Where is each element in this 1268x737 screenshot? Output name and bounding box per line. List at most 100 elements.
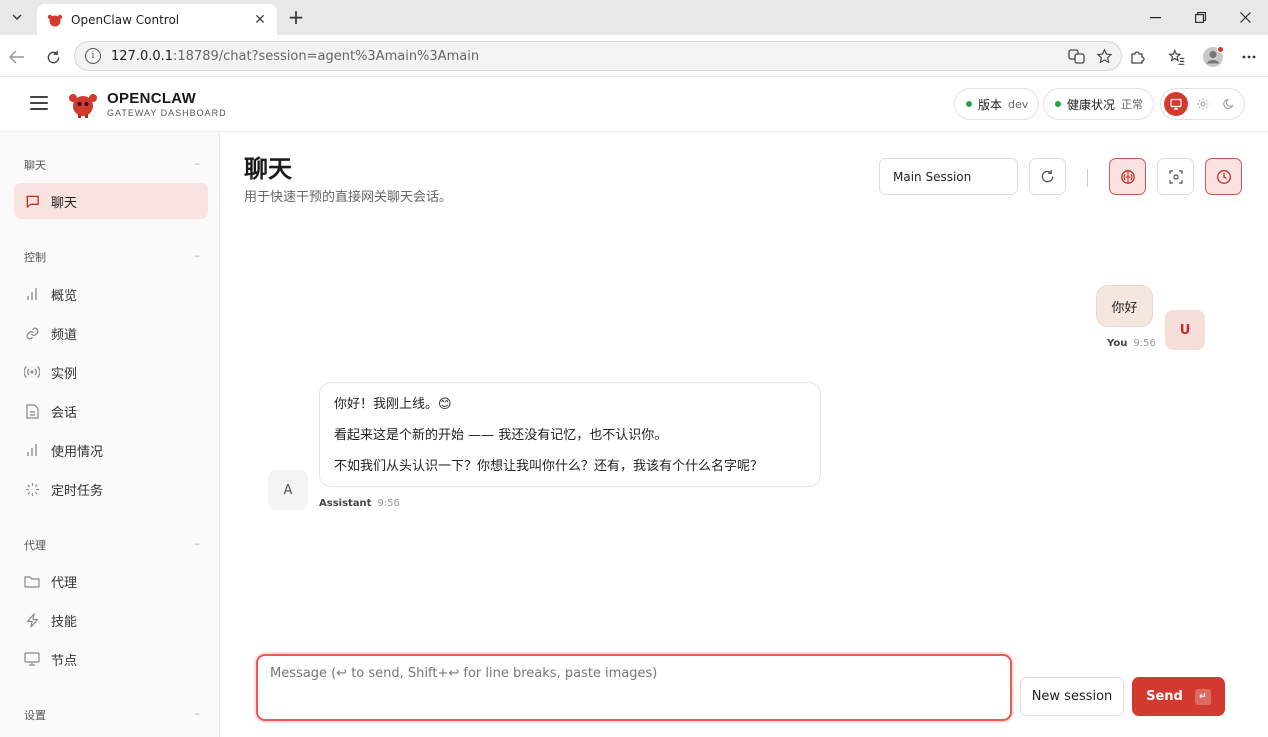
sidebar-section-agents[interactable]: 代理 – [24,537,200,553]
history-button[interactable] [1205,158,1242,195]
sidebar-item-usage[interactable]: 使用情况 [14,432,208,468]
bar-chart-icon [24,286,40,302]
theme-system-button[interactable] [1164,92,1188,116]
favorites-button[interactable] [1164,44,1190,70]
collapse-icon[interactable]: – [195,249,201,262]
collapse-icon[interactable]: – [195,707,201,720]
sidebar-item-nodes[interactable]: 节点 [14,641,208,677]
status-dot [1055,101,1061,107]
sidebar-section-chat[interactable]: 聊天 – [24,157,200,173]
sidebar-item-overview[interactable]: 概览 [14,276,208,312]
arrow-left-icon [9,50,24,64]
tab-list-button[interactable] [5,6,29,28]
minimize-button[interactable] [1133,0,1178,35]
back-button[interactable] [4,44,30,70]
browser-menu-button[interactable] [1236,44,1262,70]
section-title: 聊天 [24,159,46,172]
openclaw-logo-icon [69,94,97,118]
brand-subtitle: GATEWAY DASHBOARD [107,108,227,118]
section-title: 设置 [24,709,46,722]
favorite-star-icon[interactable] [1093,45,1115,67]
brand: OPENCLAW GATEWAY DASHBOARD [107,90,227,119]
message-composer [256,654,1012,721]
theme-dark-button[interactable] [1217,92,1241,116]
sidebar-item-instances[interactable]: 实例 [14,354,208,390]
sun-icon [1197,98,1208,110]
theme-light-button[interactable] [1191,92,1215,116]
reload-button[interactable] [40,44,66,70]
scan-icon [1168,169,1183,184]
message-input[interactable] [270,666,990,706]
site-info-icon[interactable]: i [85,48,101,64]
collapse-icon[interactable]: – [195,537,201,550]
document-icon [24,403,40,419]
address-bar[interactable]: i 127.0.0.1:18789/chat?session=agent%3Am… [74,41,1122,71]
health-badge: 健康状况 正常 [1043,88,1155,120]
loader-icon [24,481,40,497]
url-path: :18789/chat?session=agent%3Amain%3Amain [173,48,480,64]
close-tab-icon[interactable]: ✕ [249,9,271,31]
collapse-icon[interactable]: – [195,157,201,170]
sidebar-section-settings[interactable]: 设置 – [24,707,200,723]
favorites-list-icon [1168,49,1185,65]
puzzle-icon [1131,51,1145,64]
sidebar-item-cron[interactable]: 定时任务 [14,471,208,507]
message-time: 9:56 [377,498,400,509]
send-button[interactable]: Send ↵ [1132,677,1225,716]
translate-icon [1067,48,1085,64]
refresh-button[interactable] [1029,158,1066,195]
bolt-icon [24,612,40,628]
assistant-avatar: A [268,470,308,510]
assistant-message-bubble: 你好！我刚上线。😊 看起来这是个新的开始 —— 我还没有记忆，也不认识你。 不如… [319,382,821,487]
reader-icon[interactable] [1065,45,1087,67]
user-message-meta: You 9:56 [1107,338,1156,349]
url-host: 127.0.0.1 [111,48,174,64]
focus-mode-button[interactable] [1157,158,1194,195]
version-label: 版本 [978,97,1003,112]
user-avatar: U [1165,310,1205,350]
sidebar-item-agents[interactable]: 代理 [14,563,208,599]
new-session-button[interactable]: New session [1020,677,1124,716]
sidebar-item-sessions[interactable]: 会话 [14,393,208,429]
clock-icon [1216,169,1231,184]
restore-icon [1195,12,1206,23]
sidebar-item-label: 定时任务 [51,483,104,499]
assistant-message-meta: Assistant 9:56 [319,498,400,509]
session-select[interactable]: Main Session [879,158,1018,195]
sidebar-item-chat[interactable]: 聊天 [14,183,208,219]
sidebar-item-channels[interactable]: 频道 [14,315,208,351]
close-window-button[interactable] [1223,0,1268,35]
refresh-icon [1041,169,1054,183]
sender-name: You [1107,338,1128,349]
restore-button[interactable] [1178,0,1223,35]
browser-toolbar: i 127.0.0.1:18789/chat?session=agent%3Am… [0,35,1268,77]
moon-icon [1223,98,1234,109]
version-value: dev [1008,97,1029,111]
assistant-message-line: 不如我们从头认识一下？你想让我叫你什么？还有，我该有个什么名字呢？ [334,459,764,474]
app: OPENCLAW GATEWAY DASHBOARD 版本 dev 健康状况 正… [0,77,1268,737]
sidebar-item-label: 频道 [51,327,78,343]
theme-switcher [1160,88,1245,120]
new-tab-button[interactable]: + [284,5,308,29]
browser-tab[interactable]: OpenClaw Control ✕ [37,4,277,35]
health-label: 健康状况 [1067,97,1116,112]
sidebar: 聊天 – 聊天 控制 – 概览 频道 实例 会话 使用情况 定时任务 代理 – … [0,132,220,737]
app-header: OPENCLAW GATEWAY DASHBOARD 版本 dev 健康状况 正… [0,77,1268,132]
enter-key-icon: ↵ [1194,688,1211,705]
extensions-button[interactable] [1124,44,1150,70]
health-value: 正常 [1121,98,1144,111]
chat-main: 聊天 用于快速干预的直接网关聊天会话。 Main Session 你好 U Yo… [221,132,1268,737]
sidebar-item-label: 实例 [51,366,78,382]
openclaw-favicon-icon [47,14,63,26]
folder-icon [24,573,40,589]
send-label: Send [1146,689,1183,704]
message-icon [24,193,40,209]
sidebar-item-skills[interactable]: 技能 [14,602,208,638]
profile-button[interactable] [1200,44,1226,70]
menu-toggle-icon[interactable] [30,96,48,110]
thinking-toggle-button[interactable] [1109,158,1146,195]
sidebar-section-control[interactable]: 控制 – [24,249,200,265]
broadcast-icon [24,364,40,380]
sidebar-item-label: 代理 [51,575,78,591]
tab-title: OpenClaw Control [71,12,180,27]
